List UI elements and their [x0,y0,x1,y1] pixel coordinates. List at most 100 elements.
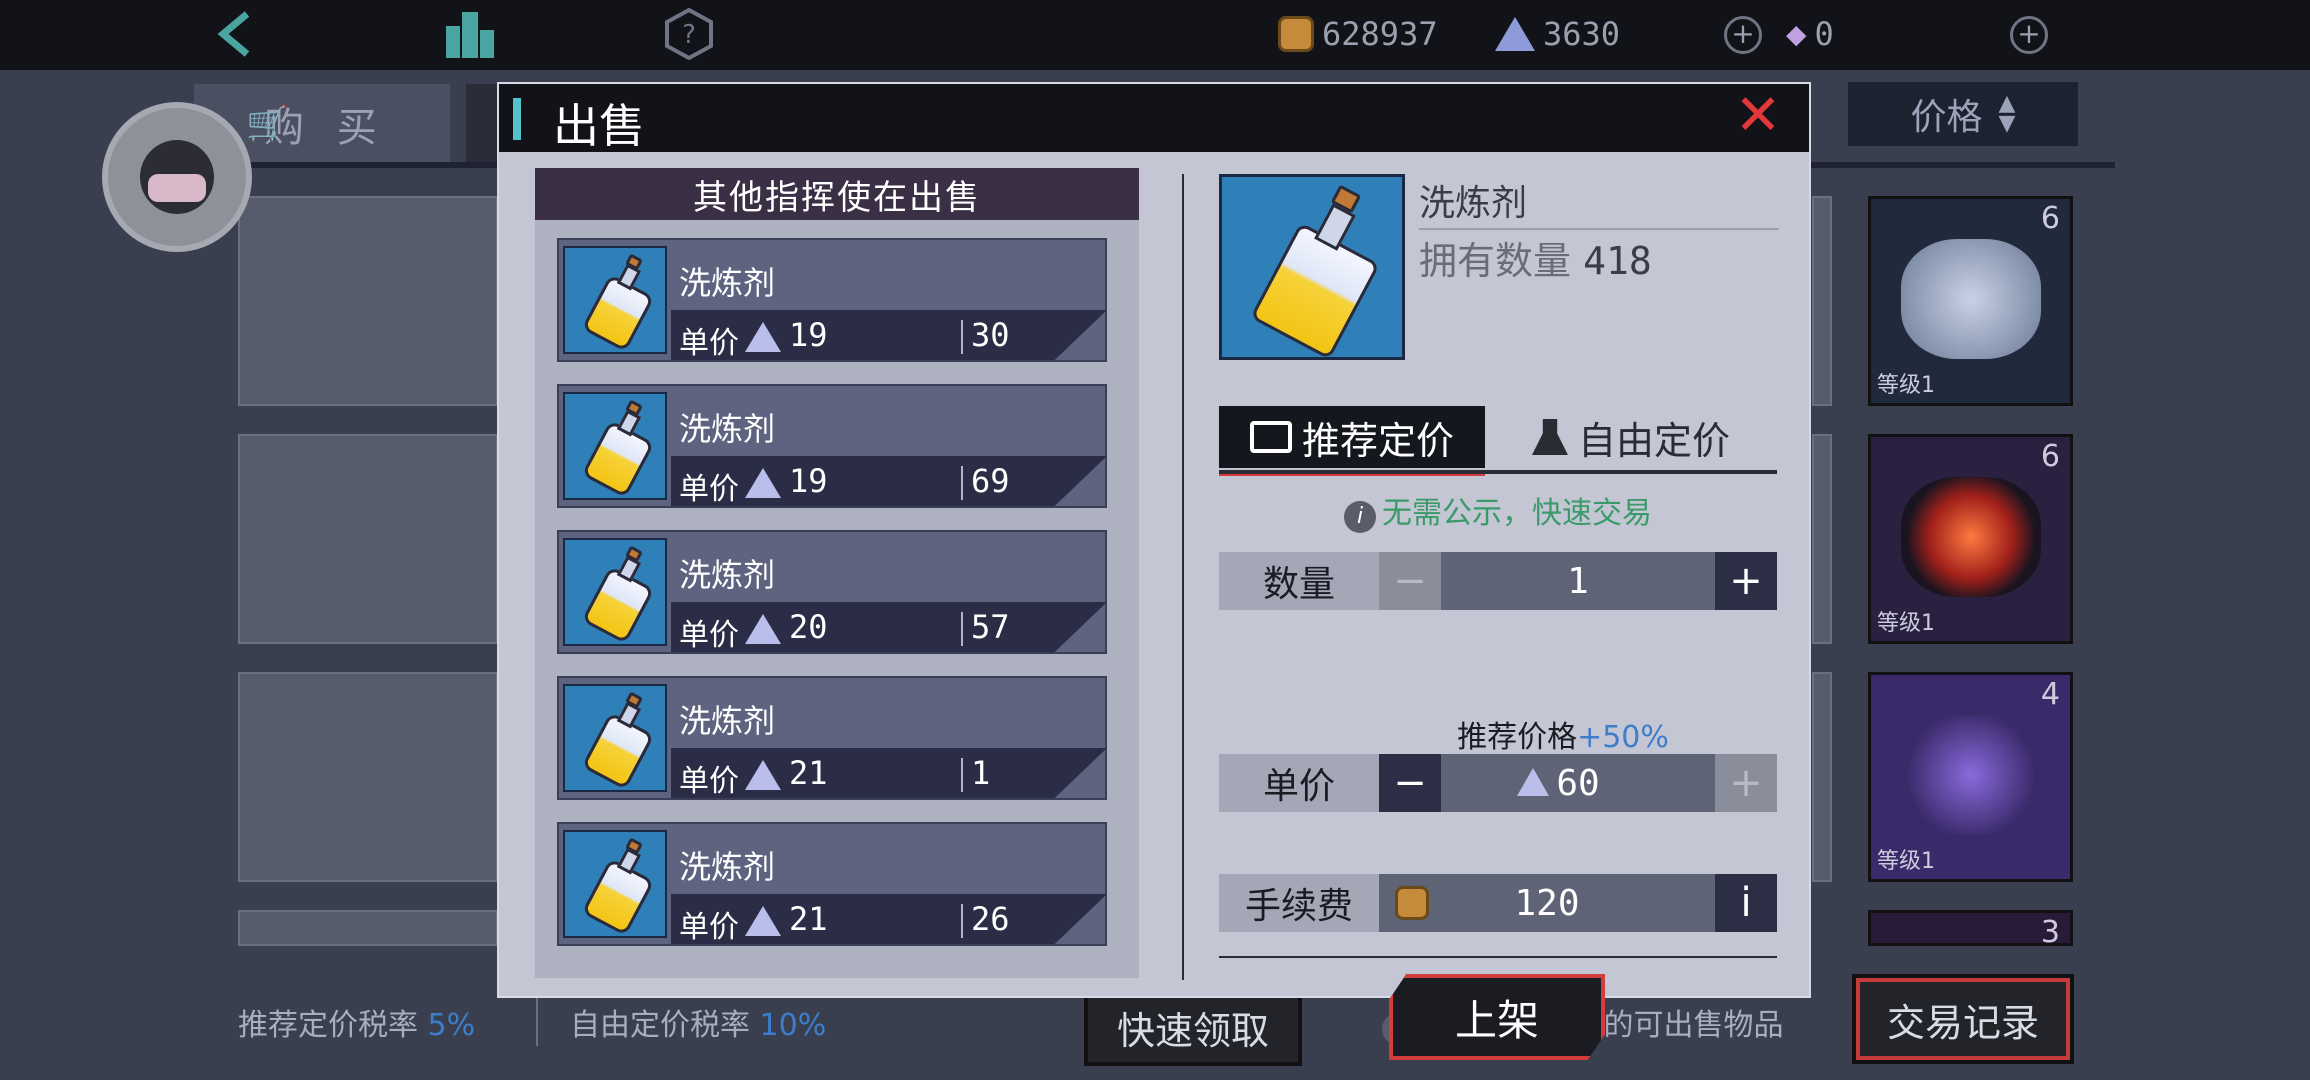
dialog-header: 出售 ✕ [499,84,1809,153]
side-item-card[interactable]: 3 [1868,910,2073,950]
tax-recommended-label: 推荐定价税率 [238,1008,418,1043]
list-button-label: 上架 [1454,995,1539,1045]
recommended-price-bonus: +50% [1577,720,1669,755]
potion-icon [563,538,667,646]
recommended-price-label: 推荐价格+50% [1219,712,1777,756]
city-icon[interactable] [440,8,500,60]
help-icon[interactable]: ? [664,8,714,60]
hint-text: 无需公示，快速交易 [1382,496,1652,531]
bg-item-card[interactable] [238,910,498,946]
listing-row[interactable]: 洗炼剂 单价 20 57 [557,530,1107,654]
listing-price: 21 [789,754,828,792]
potion-icon [563,392,667,500]
tab-free-price[interactable]: 自由定价 [1485,406,1777,468]
item-count: 6 [2040,439,2060,474]
quantity-value[interactable]: 1 [1441,552,1715,610]
gem-currency: ◆ 0 [1786,10,1834,58]
quantity-decrease-button[interactable]: − [1379,552,1441,610]
listing-row[interactable]: 洗炼剂 单价 19 69 [557,384,1107,508]
add-gem-button[interactable]: + [2010,16,2048,54]
fee-info-button[interactable]: i [1715,874,1777,932]
close-icon[interactable]: ✕ [1733,88,1783,144]
unit-price-label: 单价 [679,910,739,945]
listing-name: 洗炼剂 [679,264,776,302]
gavel-icon [1531,419,1568,455]
bg-item-card[interactable] [238,434,498,644]
bg-item-card[interactable] [1812,196,1832,406]
others-header: 其他指挥使在出售 [535,168,1139,220]
others-listing-panel: 其他指挥使在出售 洗炼剂 单价 19 30 洗炼剂 单价 19 69 洗炼剂 单… [535,168,1139,978]
gold-coin-icon [1395,886,1429,920]
crystal-amount: 3630 [1543,15,1621,53]
trade-record-button[interactable]: 交易记录 [1856,978,2070,1060]
unit-price-label: 单价 [679,764,739,799]
quick-collect-button[interactable]: 快速领取 [1084,988,1302,1066]
listing-name: 洗炼剂 [679,410,776,448]
crystal-icon [745,760,781,790]
gem-amount: 0 [1814,15,1834,53]
price-sort-label: 价格 [1910,97,1983,138]
price-increase-button[interactable]: + [1715,754,1777,812]
side-item-card[interactable]: 6 等级1 [1868,196,2073,406]
crystal-icon [745,906,781,936]
divider [536,990,538,1046]
listing-price: 21 [789,900,828,938]
fee-row: 手续费 120 i [1219,874,1777,932]
price-decrease-button[interactable]: − [1379,754,1441,812]
crystal-icon [1517,768,1549,796]
item-name: 洗炼剂 [1419,183,1528,224]
pills-icon [1901,239,2041,359]
unit-price-label: 单价 [1219,754,1379,812]
bg-item-card[interactable] [238,196,498,406]
top-bar: ? 628937 3630 + ◆ 0 + [0,0,2310,70]
price-sort-button[interactable]: 价格 ▲ ▼ [1848,82,2078,146]
penguin-avatar-icon [140,140,214,214]
quantity-label: 数量 [1219,552,1379,610]
bg-item-card[interactable] [238,672,498,882]
item-count: 4 [2040,677,2060,712]
list-item-button[interactable]: 上架 [1389,974,1605,1060]
listing-price-bar: 单价 19 30 [671,310,1107,360]
item-count: 6 [2040,201,2060,236]
owned-label: 拥有数量 [1419,239,1572,283]
separator [961,758,963,792]
side-item-card[interactable]: 4 等级1 [1868,672,2073,882]
crystal-icon [745,322,781,352]
listing-qty: 26 [971,900,1010,938]
bg-item-card[interactable] [1812,434,1832,644]
fee-field: 120 [1379,874,1715,932]
pricing-tabs: 推荐定价 自由定价 [1219,406,1777,476]
crystal-icon [745,468,781,498]
gold-currency: 628937 [1278,10,1438,58]
tax-recommended-value: 5% [427,1008,476,1043]
listing-row[interactable]: 洗炼剂 单价 21 26 [557,822,1107,946]
dialog-title: 出售 [553,99,645,153]
tax-free: 自由定价税率 10% [570,1000,826,1044]
recommended-price-text: 推荐价格 [1457,720,1578,755]
add-crystal-button[interactable]: + [1724,16,1762,54]
bg-item-card[interactable] [1812,672,1832,882]
unit-price-field[interactable]: 60 [1441,754,1715,812]
sell-dialog: 出售 ✕ 其他指挥使在出售 洗炼剂 单价 19 30 洗炼剂 单价 19 69 … [497,82,1811,1060]
back-arrow-icon[interactable] [210,8,260,60]
listing-row[interactable]: 洗炼剂 单价 21 1 [557,676,1107,800]
listing-price: 19 [789,462,828,500]
potion-icon [563,830,667,938]
crystal-icon [745,614,781,644]
separator [961,466,963,500]
listing-price: 20 [789,608,828,646]
quantity-increase-button[interactable]: + [1715,552,1777,610]
listing-row[interactable]: 洗炼剂 单价 19 30 [557,238,1107,362]
potion-icon [1219,174,1405,360]
listing-qty: 57 [971,608,1010,646]
tab-recommended-label: 推荐定价 [1301,418,1454,463]
separator [961,904,963,938]
cart-icon: 🛒 [246,104,299,144]
tab-recommended-price[interactable]: 推荐定价 [1219,406,1485,476]
hooded-figure-icon [1901,715,2041,835]
side-item-card[interactable]: 6 等级1 [1868,434,2073,644]
form-divider [1219,956,1777,958]
player-avatar[interactable] [102,102,252,252]
quick-collect-label: 快速领取 [1116,1008,1269,1053]
potion-icon [563,246,667,354]
